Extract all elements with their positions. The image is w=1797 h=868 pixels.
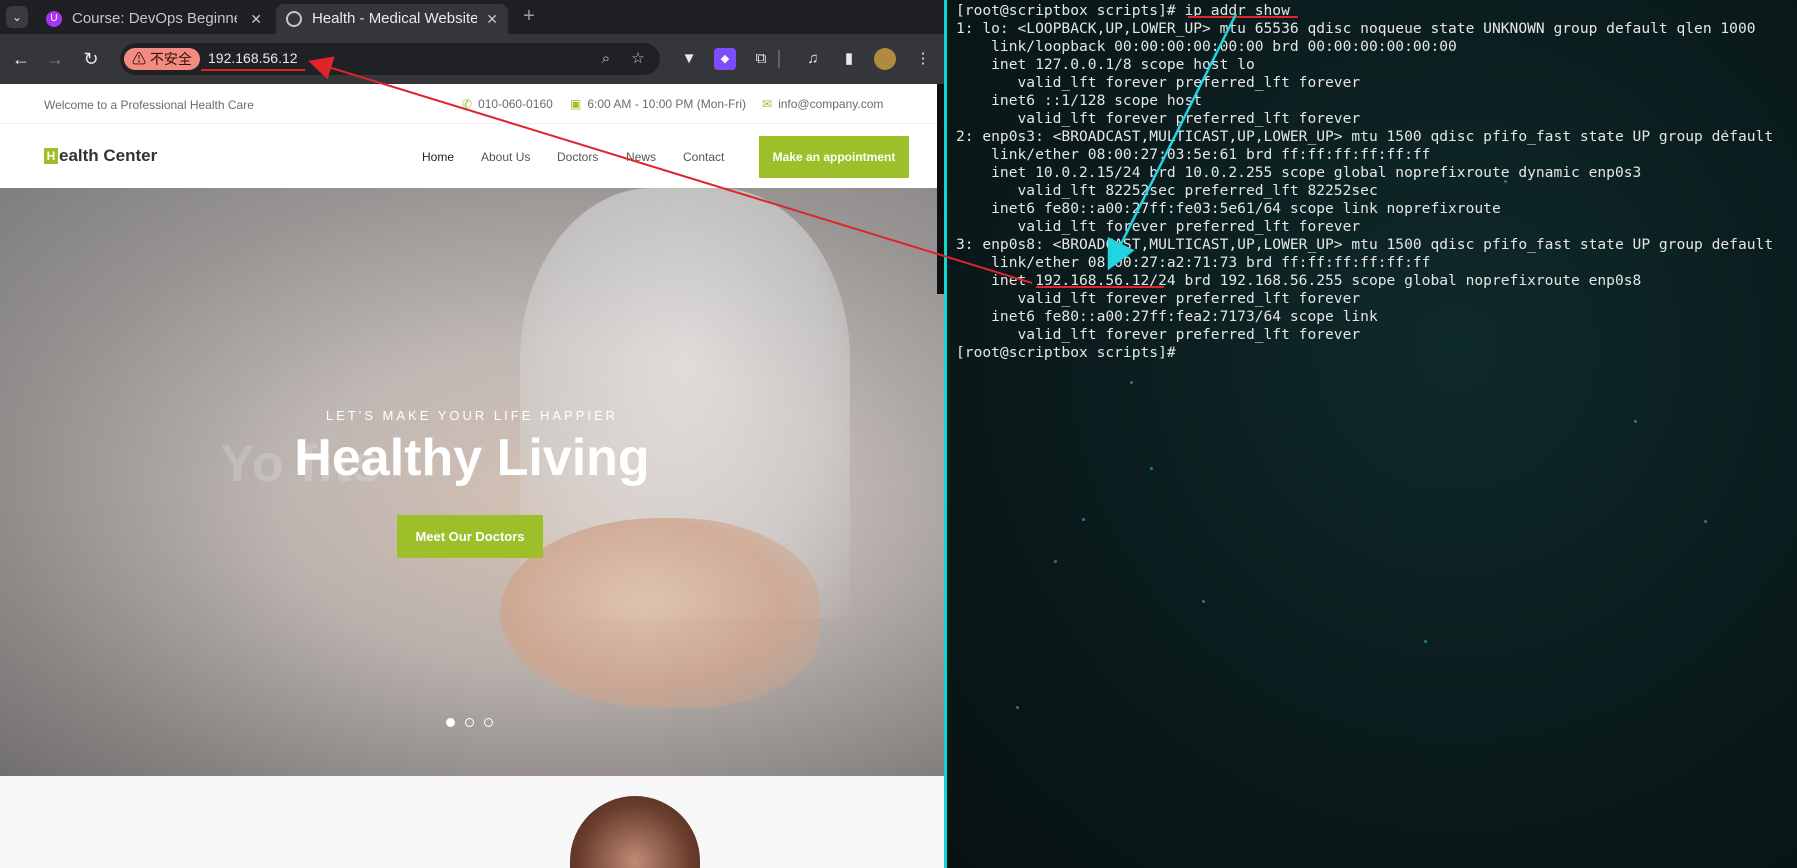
- site-topbar: Welcome to a Professional Health Care ✆ 0…: [0, 84, 944, 124]
- chevron-down-icon[interactable]: ⌄: [6, 6, 28, 28]
- vuejs-devtools-icon[interactable]: ▼: [678, 48, 700, 70]
- zoom-icon[interactable]: ⌕: [596, 49, 616, 69]
- side-panel-icon[interactable]: ▮: [838, 48, 860, 70]
- about-section: [0, 776, 944, 868]
- terminal-line: inet 127.0.0.1/8 scope host lo: [956, 56, 1255, 73]
- slider-dot[interactable]: [446, 718, 455, 727]
- slider-dot[interactable]: [465, 718, 474, 727]
- terminal-line: inet6 fe80::a00:27ff:fea2:7173/64 scope …: [956, 308, 1378, 325]
- email-text[interactable]: info@company.com: [778, 97, 883, 111]
- terminal-line: inet 192.168.56.12/24 brd 192.168.56.255…: [956, 272, 1642, 289]
- web-page: Welcome to a Professional Health Care ✆ 0…: [0, 84, 944, 868]
- puzzle-icon[interactable]: ⧉: [750, 48, 772, 70]
- address-bar[interactable]: ⚠ 不安全 192.168.56.12 ⌕ ☆: [120, 43, 660, 75]
- media-control-icon[interactable]: ♫: [802, 48, 824, 70]
- hours-contact: ▣ 6:00 AM - 10:00 PM (Mon-Fri): [570, 97, 746, 111]
- meet-our-doctors-button[interactable]: Meet Our Doctors: [397, 515, 543, 558]
- terminal-line: link/ether 08:00:27:03:5e:61 brd ff:ff:f…: [956, 146, 1431, 163]
- reload-icon[interactable]: ↻: [78, 46, 104, 72]
- phone-icon: ✆: [462, 97, 473, 111]
- logo-text: ealth Center: [59, 146, 158, 165]
- phone-text: 010-060-0160: [478, 97, 553, 111]
- toolbar-divider: [778, 50, 780, 68]
- hero-subtitle: LET'S MAKE YOUR LIFE HAPPIER: [325, 408, 619, 423]
- browser-toolbar: ← → ↻ ⚠ 不安全 192.168.56.12 ⌕ ☆ ▼ ◆ ⧉ ♫ ▮ …: [0, 34, 944, 84]
- envelope-icon: ✉: [762, 97, 773, 111]
- site-logo[interactable]: Health Center: [44, 146, 157, 166]
- nav-about[interactable]: About Us: [481, 150, 530, 164]
- terminal-line: link/ether 08:00:27:a2:71:73 brd ff:ff:f…: [956, 254, 1431, 271]
- globe-icon: [286, 11, 302, 27]
- close-icon[interactable]: ✕: [486, 4, 498, 34]
- extension-icon[interactable]: ◆: [714, 48, 736, 70]
- terminal-line: valid_lft forever preferred_lft forever: [956, 326, 1361, 343]
- terminal-line: inet 10.0.2.15/24 brd 10.0.2.255 scope g…: [956, 164, 1642, 181]
- tab-health[interactable]: Health - Medical Website ✕: [276, 4, 508, 34]
- back-icon[interactable]: ←: [8, 46, 34, 72]
- terminal-window[interactable]: [root@scriptbox scripts]# ip addr show 1:…: [944, 0, 1797, 868]
- hours-text: 6:00 AM - 10:00 PM (Mon-Fri): [587, 97, 747, 111]
- url-text[interactable]: 192.168.56.12: [208, 50, 298, 66]
- security-chip[interactable]: ⚠ 不安全: [124, 48, 200, 70]
- terminal-line: valid_lft 82252sec preferred_lft 82252se…: [956, 182, 1378, 199]
- slider-dot[interactable]: [484, 718, 493, 727]
- logo-letter: H: [44, 148, 58, 164]
- terminal-line: inet6 fe80::a00:27ff:fe03:5e61/64 scope …: [956, 200, 1501, 217]
- tab-title: Course: DevOps Beginne: [72, 10, 237, 27]
- terminal-line: [root@scriptbox scripts]#: [956, 344, 1176, 361]
- terminal-line: valid_lft forever preferred_lft forever: [956, 74, 1361, 91]
- phone-contact: ✆ 010-060-0160: [462, 97, 553, 111]
- terminal-line: 2: enp0s3: <BROADCAST,MULTICAST,UP,LOWER…: [956, 128, 1774, 145]
- new-tab-button[interactable]: +: [518, 5, 540, 27]
- tab-strip: ⌄ U Course: DevOps Beginne ✕ Health - Me…: [0, 0, 944, 34]
- nav-home[interactable]: Home: [422, 150, 454, 164]
- doctor-portrait-image: [570, 796, 700, 868]
- site-navbar: Health Center Home About Us Doctors News…: [0, 124, 944, 188]
- hero-title: Healthy Living: [294, 429, 650, 487]
- hero-slider: Yo fits LET'S MAKE YOUR LIFE HAPPIER Hea…: [0, 188, 944, 776]
- window-edge: [937, 84, 944, 294]
- terminal-output: [root@scriptbox scripts]# ip addr show 1:…: [956, 2, 1773, 362]
- terminal-line: inet6 ::1/128 scope host: [956, 92, 1203, 109]
- make-appointment-button[interactable]: Make an appointment: [759, 136, 909, 178]
- terminal-line: valid_lft forever preferred_lft forever: [956, 290, 1361, 307]
- welcome-text: Welcome to a Professional Health Care: [44, 98, 254, 112]
- nav-doctors[interactable]: Doctors: [557, 150, 598, 164]
- terminal-line: link/loopback 00:00:00:00:00:00 brd 00:0…: [956, 38, 1457, 55]
- bookmark-star-icon[interactable]: ☆: [628, 49, 648, 69]
- calendar-icon: ▣: [570, 97, 582, 111]
- browser-window: ⌄ U Course: DevOps Beginne ✕ Health - Me…: [0, 0, 944, 868]
- tab-course[interactable]: U Course: DevOps Beginne ✕: [36, 4, 272, 34]
- nav-news[interactable]: News: [626, 150, 656, 164]
- terminal-line: [root@scriptbox scripts]# ip addr show: [956, 2, 1290, 19]
- terminal-line: valid_lft forever preferred_lft forever: [956, 218, 1361, 235]
- nav-contact[interactable]: Contact: [683, 150, 724, 164]
- open-hand-image: [500, 518, 820, 708]
- profile-avatar[interactable]: [874, 48, 896, 70]
- email-contact[interactable]: ✉ info@company.com: [762, 97, 883, 111]
- terminal-border: [944, 0, 947, 868]
- forward-icon[interactable]: →: [42, 46, 68, 72]
- terminal-line: 1: lo: <LOOPBACK,UP,LOWER_UP> mtu 65536 …: [956, 20, 1756, 37]
- terminal-line: 3: enp0s8: <BROADCAST,MULTICAST,UP,LOWER…: [956, 236, 1774, 253]
- close-icon[interactable]: ✕: [250, 4, 262, 34]
- terminal-line: valid_lft forever preferred_lft forever: [956, 110, 1361, 127]
- tab-title: Health - Medical Website: [312, 10, 477, 27]
- menu-kebab-icon[interactable]: ⋮: [912, 48, 934, 70]
- udemy-icon: U: [46, 11, 62, 27]
